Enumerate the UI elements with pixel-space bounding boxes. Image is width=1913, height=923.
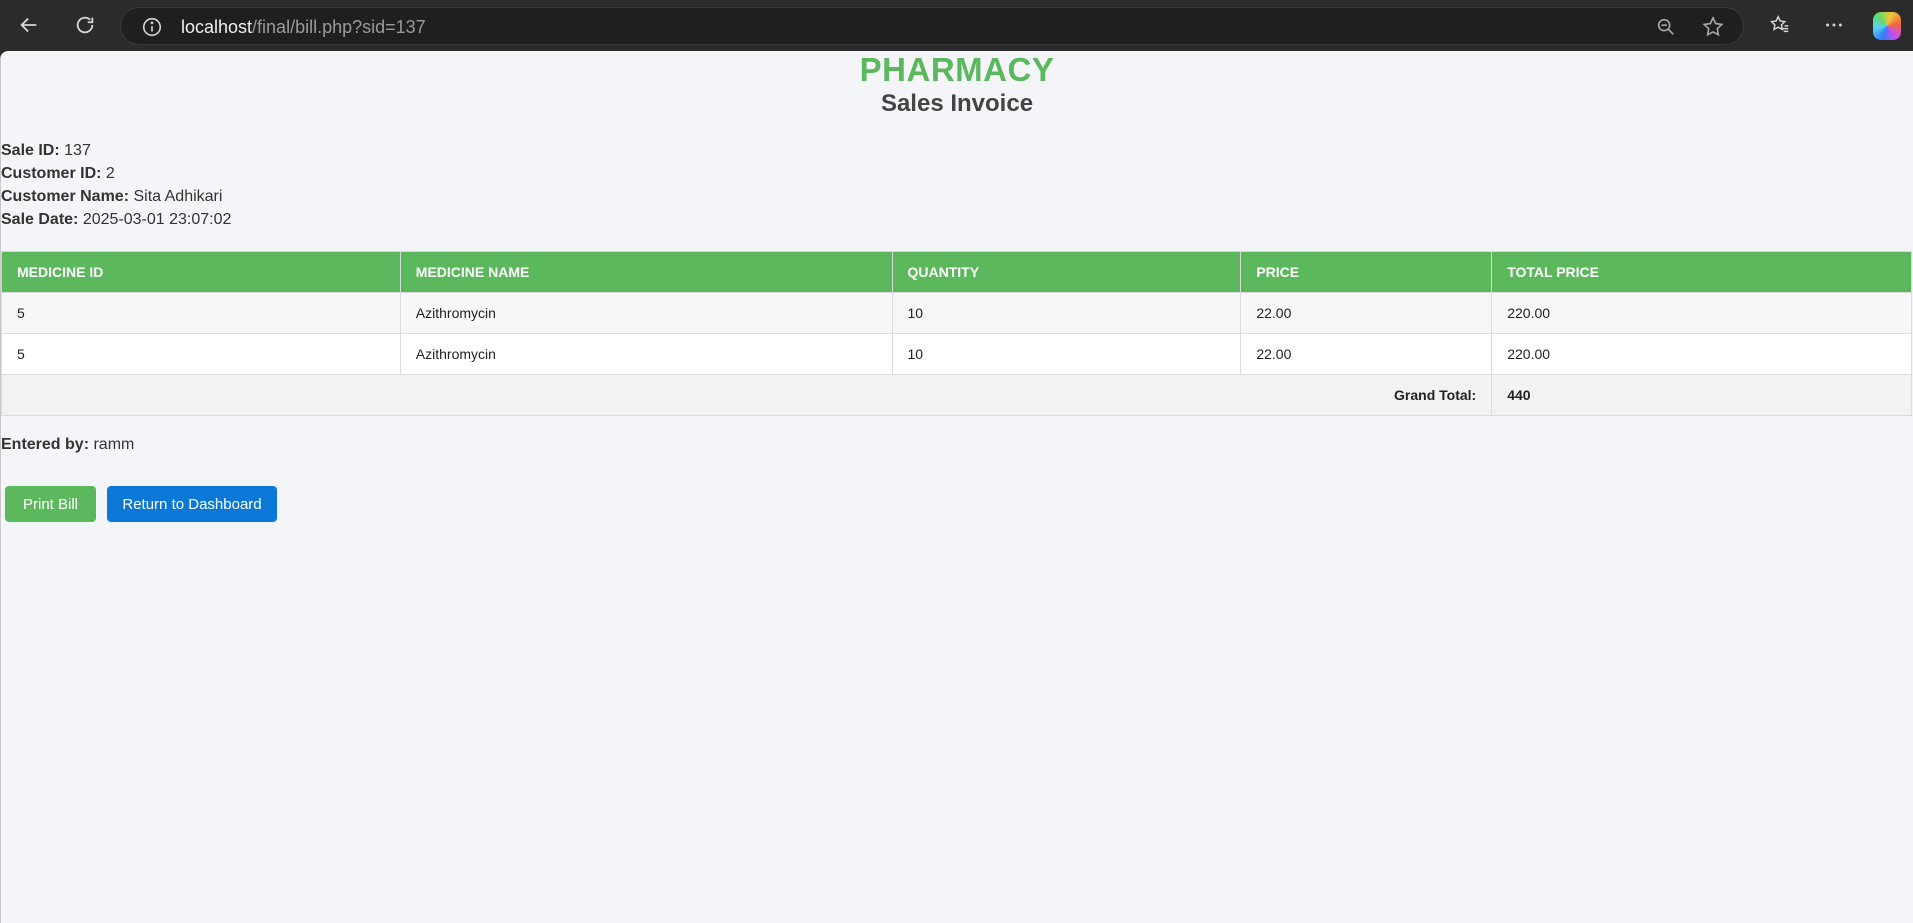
table-row: 5 Azithromycin 10 22.00 220.00 bbox=[1, 292, 1912, 334]
url-text[interactable]: localhost/final/bill.php?sid=137 bbox=[181, 17, 426, 38]
col-header-medicine-id: MEDICINE ID bbox=[1, 251, 401, 293]
entered-by-line: Entered by: ramm bbox=[1, 436, 1913, 454]
grand-total-label: Grand Total: bbox=[1, 374, 1493, 416]
customer-id-line: Customer ID: 2 bbox=[1, 165, 115, 182]
print-bill-button[interactable]: Print Bill bbox=[5, 486, 96, 522]
zoom-icon[interactable] bbox=[1655, 16, 1677, 38]
favorite-star-icon[interactable] bbox=[1701, 15, 1725, 39]
cell-quantity: 10 bbox=[891, 333, 1242, 375]
cell-total-price: 220.00 bbox=[1491, 292, 1912, 334]
reload-icon[interactable] bbox=[68, 8, 102, 42]
invoice-subtitle: Sales Invoice bbox=[880, 90, 1034, 117]
table-row: 5 Azithromycin 10 22.00 220.00 bbox=[1, 333, 1912, 375]
invoice-header: PHARMACY Sales Invoice bbox=[1, 51, 1913, 119]
return-to-dashboard-button[interactable]: Return to Dashboard bbox=[107, 486, 277, 522]
cell-medicine-id: 5 bbox=[1, 292, 401, 334]
site-info-icon[interactable] bbox=[141, 16, 163, 38]
entered-by-value: ramm bbox=[93, 436, 135, 453]
col-header-price: PRICE bbox=[1240, 251, 1493, 293]
col-header-total-price: TOTAL PRICE bbox=[1491, 251, 1912, 293]
cell-total-price: 220.00 bbox=[1491, 333, 1912, 375]
cell-medicine-id: 5 bbox=[1, 333, 401, 375]
invoice-items-table: MEDICINE ID MEDICINE NAME QUANTITY PRICE… bbox=[1, 251, 1912, 416]
grand-total-row: Grand Total: 440 bbox=[1, 374, 1912, 416]
cell-medicine-name: Azithromycin bbox=[399, 292, 893, 334]
cell-price: 22.00 bbox=[1240, 333, 1493, 375]
cell-quantity: 10 bbox=[891, 292, 1242, 334]
pharmacy-title: PHARMACY bbox=[859, 51, 1055, 88]
invoice-actions: Print Bill Return to Dashboard bbox=[5, 486, 1913, 522]
page-viewport: PHARMACY Sales Invoice Sale ID: 137 Cust… bbox=[0, 51, 1913, 923]
sale-date-line: Sale Date: 2025-03-01 23:07:02 bbox=[1, 211, 232, 228]
more-options-icon[interactable] bbox=[1817, 8, 1851, 42]
address-bar[interactable]: localhost/final/bill.php?sid=137 bbox=[120, 7, 1744, 45]
grand-total-value: 440 bbox=[1491, 374, 1912, 416]
copilot-icon[interactable] bbox=[1873, 12, 1901, 40]
col-header-quantity: QUANTITY bbox=[891, 251, 1242, 293]
browser-toolbar: localhost/final/bill.php?sid=137 bbox=[0, 0, 1913, 50]
customer-name-line: Customer Name: Sita Adhikari bbox=[1, 188, 223, 205]
back-arrow-icon[interactable] bbox=[12, 8, 46, 42]
entered-by-label: Entered by: bbox=[1, 436, 90, 453]
col-header-medicine-name: MEDICINE NAME bbox=[399, 251, 893, 293]
favorites-icon[interactable] bbox=[1763, 8, 1797, 42]
sale-id-line: Sale ID: 137 bbox=[1, 142, 91, 159]
sale-details: Sale ID: 137 Customer ID: 2 Customer Nam… bbox=[1, 139, 1913, 231]
cell-price: 22.00 bbox=[1240, 292, 1493, 334]
table-header-row: MEDICINE ID MEDICINE NAME QUANTITY PRICE… bbox=[1, 251, 1912, 293]
cell-medicine-name: Azithromycin bbox=[399, 333, 893, 375]
